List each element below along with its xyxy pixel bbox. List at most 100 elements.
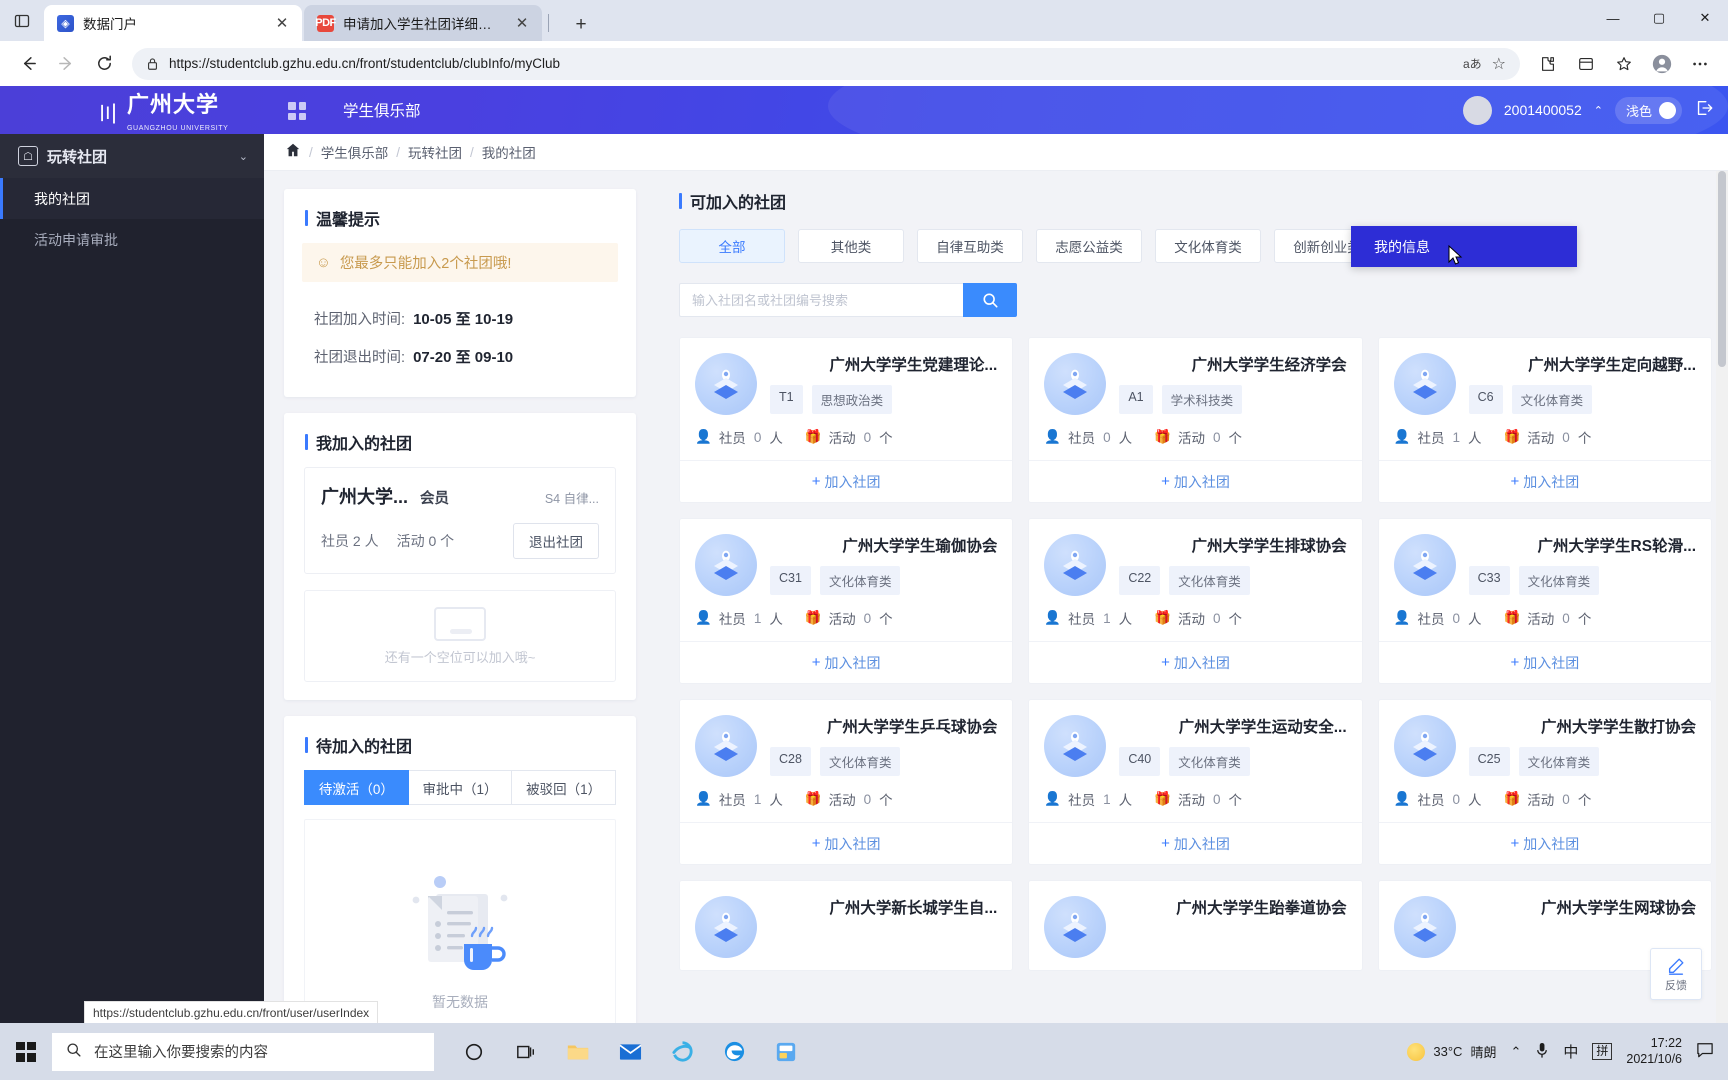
- reload-icon[interactable]: [86, 46, 122, 82]
- mail-icon[interactable]: [604, 1023, 656, 1080]
- menu-item-my-info[interactable]: 我的信息: [1374, 237, 1430, 257]
- club-card[interactable]: 广州大学学生经济学会 A1 学术科技类 👤 社员 0 人 🎁 活动 0 个 + …: [1028, 337, 1363, 503]
- translate-icon[interactable]: aあ: [1463, 55, 1482, 72]
- tray-expand-chevron-icon[interactable]: ⌃: [1510, 1044, 1521, 1060]
- club-card[interactable]: 广州大学学生运动安全... C40 文化体育类 👤 社员 1 人 🎁 活动 0 …: [1028, 699, 1363, 865]
- cortana-icon[interactable]: [448, 1023, 500, 1080]
- logout-icon[interactable]: [1694, 98, 1714, 123]
- filter-culture-sports[interactable]: 文化体育类: [1155, 229, 1261, 263]
- club-card[interactable]: 广州大学学生党建理论... T1 思想政治类 👤 社员 0 人 🎁 活动 0 个…: [679, 337, 1014, 503]
- tab-pending-activation[interactable]: 待激活（0）: [304, 770, 409, 805]
- join-club-button[interactable]: + 加入社团: [680, 460, 1013, 502]
- profile-icon[interactable]: [1644, 46, 1680, 82]
- club-card[interactable]: 广州大学学生瑜伽协会 C31 文化体育类 👤 社员 1 人 🎁 活动 0 个 +…: [679, 518, 1014, 684]
- joined-club-card[interactable]: 广州大学... 会员 S4 自律... 社员 2 人 活动 0 个 退出社团: [304, 467, 616, 574]
- browser-menu-icon[interactable]: [1682, 46, 1718, 82]
- scrollbar-thumb[interactable]: [1718, 171, 1726, 367]
- filter-other[interactable]: 其他类: [798, 229, 904, 263]
- forward-icon[interactable]: [48, 46, 84, 82]
- collections-icon[interactable]: [1568, 46, 1604, 82]
- join-club-button[interactable]: + 加入社团: [1029, 460, 1362, 502]
- club-avatar-icon: [1393, 896, 1456, 958]
- window-controls: — ▢ ✕: [1590, 0, 1728, 41]
- search-input[interactable]: [679, 283, 963, 317]
- tab-close-icon[interactable]: ✕: [511, 12, 533, 34]
- taskbar-clock[interactable]: 17:22 2021/10/6: [1626, 1036, 1682, 1067]
- file-explorer-icon[interactable]: [552, 1023, 604, 1080]
- club-card[interactable]: 广州大学学生排球协会 C22 文化体育类 👤 社员 1 人 🎁 活动 0 个 +…: [1028, 518, 1363, 684]
- tab-close-icon[interactable]: ✕: [271, 12, 293, 34]
- club-avatar-icon: [1044, 353, 1107, 415]
- tab-search-button[interactable]: [0, 0, 44, 41]
- tab-rejected[interactable]: 被驳回（1）: [512, 770, 617, 805]
- task-view-icon[interactable]: [500, 1023, 552, 1080]
- browser-tab-pdf[interactable]: PDF 申请加入学生社团详细流程图.pd ✕: [304, 5, 542, 41]
- club-card[interactable]: 广州大学新长城学生自...: [679, 880, 1014, 971]
- join-club-button[interactable]: + 加入社团: [1378, 822, 1711, 864]
- user-id-label[interactable]: 2001400052: [1504, 102, 1582, 118]
- windows-start-icon[interactable]: [0, 1023, 52, 1080]
- back-icon[interactable]: [10, 46, 46, 82]
- breadcrumb-separator: /: [396, 144, 401, 160]
- tab-under-review[interactable]: 审批中（1）: [408, 770, 513, 805]
- edge-icon[interactable]: [708, 1023, 760, 1080]
- club-code: C22: [1119, 566, 1161, 595]
- maximize-button[interactable]: ▢: [1636, 0, 1682, 36]
- favorites-icon[interactable]: [1606, 46, 1642, 82]
- address-bar[interactable]: https://studentclub.gzhu.edu.cn/front/st…: [132, 47, 1520, 80]
- ime-pinyin-indicator[interactable]: 拼: [1592, 1043, 1613, 1060]
- sidebar-item-activity-approval[interactable]: 活动申请审批: [0, 219, 264, 260]
- activities-icon: 🎁: [804, 610, 822, 625]
- available-panel-title: 可加入的社团: [658, 189, 1716, 229]
- home-icon[interactable]: [285, 142, 301, 162]
- favorite-star-icon[interactable]: ☆: [1492, 54, 1506, 74]
- club-card[interactable]: 广州大学学生乒乓球协会 C28 文化体育类 👤 社员 1 人 🎁 活动 0 个 …: [679, 699, 1014, 865]
- tips-rows: 社团加入时间: 10-05 至 10-19 社团退出时间: 07-20 至 09…: [284, 282, 636, 397]
- quit-club-button[interactable]: 退出社团: [513, 523, 599, 559]
- sidebar-item-my-clubs[interactable]: 我的社团: [0, 178, 264, 219]
- avatar[interactable]: [1462, 95, 1492, 125]
- close-window-button[interactable]: ✕: [1682, 0, 1728, 36]
- chevron-up-icon[interactable]: ⌃: [1594, 104, 1603, 117]
- browser-tab-active[interactable]: ◈ 数据门户 ✕: [44, 5, 302, 41]
- weather-widget[interactable]: 33°C 晴朗: [1407, 1042, 1496, 1061]
- club-avatar-icon: [1393, 715, 1456, 777]
- club-card[interactable]: 广州大学学生散打协会 C25 文化体育类 👤 社员 0 人 🎁 活动 0 个 +…: [1377, 699, 1712, 865]
- ime-mode-indicator[interactable]: 中: [1563, 1041, 1578, 1062]
- notification-icon[interactable]: [1696, 1042, 1714, 1061]
- join-club-button[interactable]: + 加入社团: [1029, 641, 1362, 683]
- microphone-icon[interactable]: [1535, 1042, 1549, 1062]
- theme-toggle[interactable]: 浅色: [1614, 96, 1682, 124]
- sidebar-group-clubs[interactable]: ☖ 玩转社团 ⌄: [0, 134, 264, 178]
- internet-explorer-icon[interactable]: [656, 1023, 708, 1080]
- joined-club-footer: 社员 2 人 活动 0 个 退出社团: [321, 523, 599, 559]
- join-club-button[interactable]: + 加入社团: [680, 641, 1013, 683]
- breadcrumb-item-play[interactable]: 玩转社团: [408, 142, 462, 162]
- club-category: 文化体育类: [1518, 566, 1600, 595]
- page-scrollbar[interactable]: [1716, 171, 1728, 1023]
- feedback-widget[interactable]: 反馈: [1650, 948, 1702, 1000]
- join-club-button[interactable]: + 加入社团: [1378, 641, 1711, 683]
- app-icon[interactable]: [760, 1023, 812, 1080]
- minimize-button[interactable]: —: [1590, 0, 1636, 36]
- join-club-button[interactable]: + 加入社团: [1378, 460, 1711, 502]
- apps-grid-icon[interactable]: [288, 102, 306, 120]
- join-club-button[interactable]: + 加入社团: [680, 822, 1013, 864]
- join-club-button[interactable]: + 加入社团: [1029, 822, 1362, 864]
- new-tab-button[interactable]: +: [565, 9, 597, 41]
- filter-self-discipline[interactable]: 自律互助类: [917, 229, 1023, 263]
- taskbar-search-input[interactable]: 在这里输入你要搜索的内容: [52, 1032, 434, 1071]
- filter-volunteer[interactable]: 志愿公益类: [1036, 229, 1142, 263]
- extensions-icon[interactable]: [1530, 46, 1566, 82]
- club-card[interactable]: 广州大学学生RS轮滑... C33 文化体育类 👤 社员 0 人 🎁 活动 0 …: [1377, 518, 1712, 684]
- club-card[interactable]: 广州大学学生跆拳道协会: [1028, 880, 1363, 971]
- taskbar-search-placeholder: 在这里输入你要搜索的内容: [94, 1045, 268, 1061]
- taskbar-tray: 33°C 晴朗 ⌃ 中 拼 17:22 2021/10/6: [1407, 1036, 1728, 1067]
- search-button[interactable]: [963, 283, 1017, 317]
- filter-all[interactable]: 全部: [679, 229, 785, 263]
- members-icon: 👤: [1393, 610, 1411, 625]
- content-area: / 学生俱乐部 / 玩转社团 / 我的社团 温馨提示 ☺ 您最多只能加入2个社团…: [264, 134, 1728, 1023]
- club-card[interactable]: 广州大学学生定向越野... C6 文化体育类 👤 社员 1 人 🎁 活动 0 个…: [1377, 337, 1712, 503]
- joined-club-header: 广州大学... 会员 S4 自律...: [321, 483, 599, 509]
- breadcrumb-item-club[interactable]: 学生俱乐部: [321, 142, 389, 162]
